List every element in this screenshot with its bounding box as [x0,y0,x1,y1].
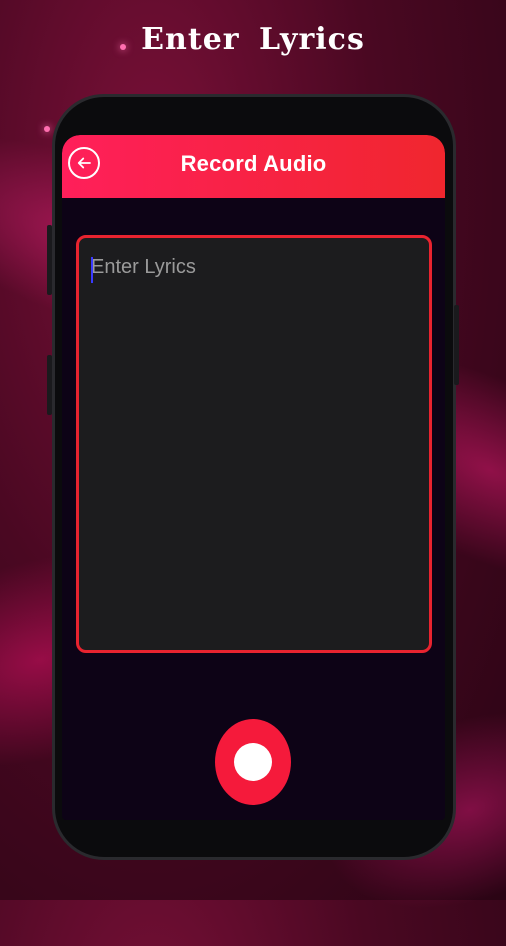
lyrics-input[interactable] [79,238,429,650]
promo-title: Enter Lyrics [141,22,365,57]
text-cursor [91,257,93,283]
app-bar: Record Audio [62,135,445,198]
sparkle [44,126,50,132]
phone-screen: Record Audio [62,135,445,820]
record-icon [234,743,272,781]
page-title: Record Audio [180,151,327,176]
record-button[interactable] [215,719,291,805]
phone-side-button [454,305,459,385]
phone-side-button [47,225,52,295]
lyrics-box [76,235,432,653]
phone-side-button [47,355,52,415]
